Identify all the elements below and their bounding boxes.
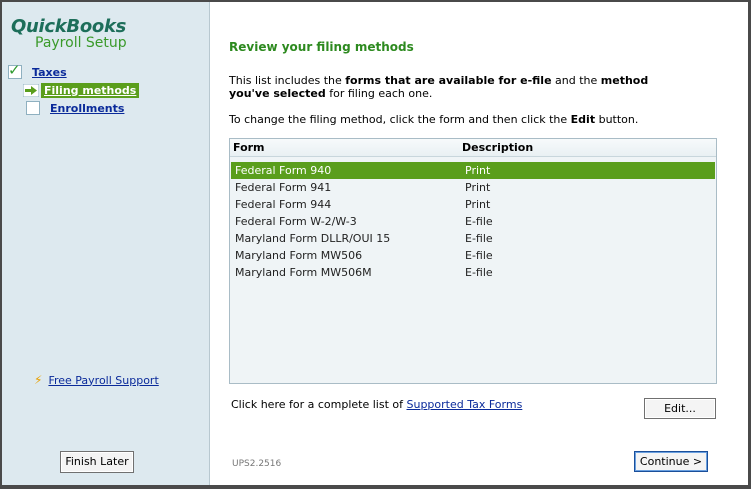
free-payroll-support-link[interactable]: Free Payroll Support	[48, 374, 158, 387]
sidebar-item-taxes[interactable]: ✓ Taxes	[8, 61, 67, 80]
sidebar-item-filing-methods[interactable]: Filing methods	[23, 82, 140, 98]
checkbox-checked-icon: ✓	[8, 61, 22, 79]
intro-text: This list includes the forms that are av…	[229, 74, 649, 100]
main-panel: Review your filing methods This list inc…	[209, 2, 748, 485]
supported-forms-text: Click here for a complete list of Suppor…	[231, 398, 522, 411]
row-form-name: Maryland Form MW506	[235, 249, 363, 262]
sidebar-item-label[interactable]: Taxes	[32, 66, 67, 79]
free-payroll-support[interactable]: ⚡ Free Payroll Support	[34, 373, 159, 387]
intro-text-bold: forms that are available for e-file	[345, 74, 552, 87]
continue-button[interactable]: Continue >	[634, 451, 708, 472]
table-row[interactable]: Maryland Form MW506M E-file	[231, 264, 715, 281]
row-description: E-file	[465, 232, 493, 245]
sidebar-item-label[interactable]: Enrollments	[50, 102, 124, 115]
table-row[interactable]: Federal Form W-2/W-3 E-file	[231, 213, 715, 230]
row-form-name: Federal Form 944	[235, 198, 332, 211]
arrow-right-icon	[23, 83, 39, 97]
edit-button[interactable]: Edit...	[644, 398, 716, 419]
column-header-description[interactable]: Description	[462, 141, 533, 154]
row-description: E-file	[465, 249, 493, 262]
row-description: Print	[465, 198, 491, 211]
brand-title: QuickBooks	[11, 16, 127, 37]
instruction-text: To change the filing method, click the f…	[229, 113, 638, 126]
sidebar-item-label[interactable]: Filing methods	[41, 82, 140, 98]
row-form-name: Federal Form W-2/W-3	[235, 215, 357, 228]
filing-methods-list[interactable]: Form Description Federal Form 940 Print Fe…	[229, 138, 717, 384]
row-form-name: Federal Form 941	[235, 181, 332, 194]
row-form-name: Maryland Form MW506M	[235, 266, 372, 279]
column-header-form[interactable]: Form	[233, 141, 265, 154]
payroll-setup-window: QuickBooks Payroll Setup ✓ Taxes Filing …	[2, 2, 748, 485]
checkbox-unchecked-icon	[26, 101, 40, 115]
row-description: Print	[465, 164, 491, 177]
lightning-icon: ⚡	[34, 373, 43, 387]
supported-tax-forms-link[interactable]: Supported Tax Forms	[406, 398, 522, 411]
sidebar-item-enrollments[interactable]: Enrollments	[26, 100, 124, 116]
version-label: UPS2.2516	[232, 459, 282, 469]
brand-subtitle: Payroll Setup	[35, 35, 127, 51]
row-description: E-file	[465, 215, 493, 228]
intro-text-part: and the	[551, 74, 601, 87]
table-row[interactable]: Maryland Form DLLR/OUI 15 E-file	[231, 230, 715, 247]
row-description: E-file	[465, 266, 493, 279]
intro-text-part: This list includes the	[229, 74, 346, 87]
row-description: Print	[465, 181, 491, 194]
sidebar: QuickBooks Payroll Setup ✓ Taxes Filing …	[2, 2, 209, 485]
page-title: Review your filing methods	[229, 40, 414, 54]
list-header: Form Description	[230, 139, 716, 157]
instruction-text-part: To change the filing method, click the f…	[229, 113, 571, 126]
table-row[interactable]: Federal Form 941 Print	[231, 179, 715, 196]
table-row[interactable]: Maryland Form MW506 E-file	[231, 247, 715, 264]
supported-forms-prefix: Click here for a complete list of	[231, 398, 407, 411]
instruction-text-part: button.	[595, 113, 639, 126]
row-form-name: Federal Form 940	[235, 164, 332, 177]
instruction-text-bold: Edit	[570, 113, 596, 126]
finish-later-button[interactable]: Finish Later	[60, 451, 134, 473]
intro-text-part: for filing each one.	[325, 87, 433, 100]
table-row[interactable]: Federal Form 944 Print	[231, 196, 715, 213]
table-row[interactable]: Federal Form 940 Print	[231, 162, 715, 179]
row-form-name: Maryland Form DLLR/OUI 15	[235, 232, 391, 245]
